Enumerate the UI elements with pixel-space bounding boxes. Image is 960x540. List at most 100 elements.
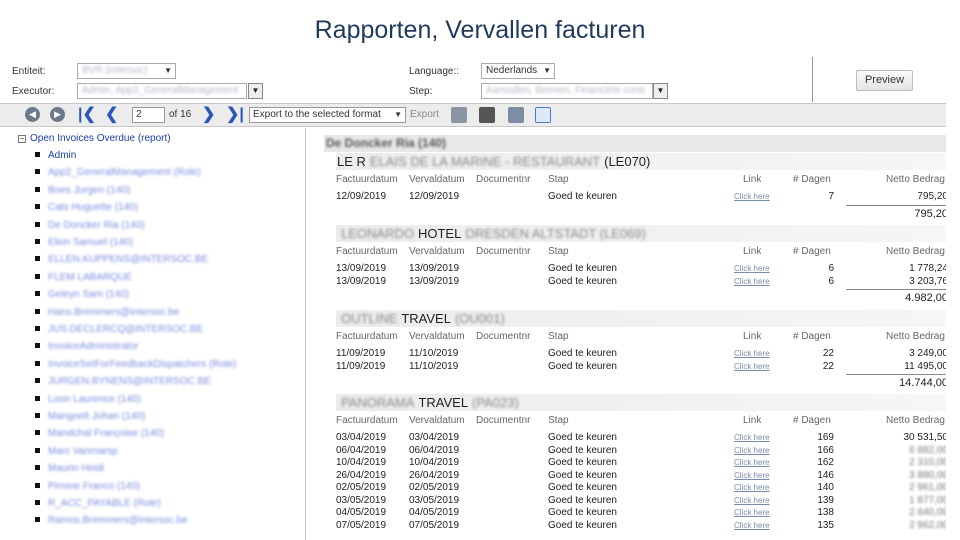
tree-item[interactable]: Elion Samuel (140): [35, 237, 133, 250]
tree-item[interactable]: Geleyn Sam (140): [35, 289, 129, 302]
language-select[interactable]: Nederlands ▼: [481, 63, 555, 79]
click-here-link[interactable]: Click here: [734, 446, 770, 455]
tree-item-label: Marc Vanmarsp: [48, 445, 118, 457]
tree-item[interactable]: Admin: [35, 150, 76, 163]
tree-item-label: Mandchal Françoise (140): [48, 428, 165, 440]
back-icon[interactable]: ◀: [25, 107, 40, 122]
bullet-icon: [35, 378, 40, 384]
step-select[interactable]: Aanvullen, Beeven, Financiële contr: [481, 83, 653, 99]
tree-item[interactable]: De Doncker Ria (140): [35, 220, 145, 233]
click-here-link[interactable]: Click here: [734, 508, 770, 517]
tree-item[interactable]: InvoiceAdministrator: [35, 341, 139, 354]
tree-item[interactable]: Ramos.Bremmers@intersoc.be: [35, 515, 188, 528]
first-page-icon[interactable]: |❮: [78, 107, 96, 123]
col-factuurdatum-header: Factuurdatum: [336, 331, 398, 342]
export-format-select[interactable]: Export to the selected format ▼: [249, 107, 406, 123]
cell-factuurdatum: 26/04/2019: [336, 469, 387, 481]
click-here-link[interactable]: Click here: [734, 362, 770, 371]
next-page-icon[interactable]: ❯: [202, 107, 215, 123]
collapse-icon[interactable]: −: [18, 135, 26, 143]
cell-factuurdatum: 07/05/2019: [336, 519, 387, 531]
entiteit-select[interactable]: BVR (Intersoc) ▼: [77, 63, 176, 79]
col-documentnr-header: Documentnr: [476, 331, 531, 342]
preview-button[interactable]: Preview: [856, 70, 913, 91]
refresh-icon[interactable]: [451, 107, 467, 123]
click-here-link[interactable]: Click here: [734, 521, 770, 530]
tree-item[interactable]: Pirrone Franco (140): [35, 481, 140, 494]
tree-item[interactable]: R_ACC_PAYABLE (Role): [35, 498, 161, 511]
cell-factuurdatum: 06/04/2019: [336, 444, 387, 456]
click-here-link[interactable]: Click here: [734, 433, 770, 442]
tree-item-label: Hans.Bremmers@intersoc.be: [48, 306, 180, 318]
bullet-icon: [35, 517, 40, 523]
cell-vervaldatum: 03/04/2019: [409, 432, 460, 443]
click-here-link[interactable]: Click here: [734, 471, 770, 480]
chevron-down-icon: ▼: [251, 86, 260, 95]
print-preview-icon[interactable]: [508, 107, 524, 123]
cell-vervaldatum: 12/09/2019: [409, 191, 460, 202]
col-stap-header: Stap: [548, 415, 569, 426]
col-factuurdatum-header: Factuurdatum: [336, 174, 398, 185]
tree-item[interactable]: ELLEN.KUPPENS@INTERSOC.BE: [35, 254, 208, 267]
cell-bedrag: 2 310,00: [909, 457, 946, 468]
cell-bedrag: 2 640,00: [909, 507, 946, 518]
col-bedrag-header: Netto Bedrag: [886, 415, 945, 426]
click-here-link[interactable]: Click here: [734, 483, 770, 492]
tree-item[interactable]: InvoiceSetForFeedbackDispatchers (Role): [35, 359, 236, 372]
executor-select[interactable]: Admin, App2_GeneralManagement: [77, 83, 247, 99]
tree-item[interactable]: Hans.Bremmers@intersoc.be: [35, 307, 179, 320]
cell-bedrag: 3 880,00: [909, 469, 946, 481]
previous-page-icon[interactable]: ❮: [105, 107, 118, 123]
cell-factuurdatum: 13/09/2019: [336, 275, 387, 287]
cell-stap: Goed te keuren: [548, 519, 617, 531]
cell-factuurdatum: 12/09/2019: [336, 191, 387, 202]
tree-item[interactable]: App2_GeneralManagement (Role): [35, 167, 201, 180]
cell-vervaldatum: 07/05/2019: [409, 519, 460, 531]
document-map-icon[interactable]: [535, 107, 551, 123]
cell-bedrag: 2 961,00: [909, 482, 946, 493]
customer-total: 14.744,00: [899, 377, 946, 389]
step-dropdown-button[interactable]: ▼: [653, 83, 668, 99]
tree-item[interactable]: Boes Jurgen (140): [35, 185, 130, 198]
tree-item[interactable]: FLEM LABARQUE: [35, 272, 132, 285]
group-header: De Doncker Ria (140): [324, 135, 946, 152]
page-number-input[interactable]: 2: [132, 107, 165, 123]
click-here-link[interactable]: Click here: [734, 192, 770, 201]
click-here-link[interactable]: Click here: [734, 277, 770, 286]
slide-title: Rapporten, Vervallen facturen: [314, 16, 646, 44]
cell-stap: Goed te keuren: [548, 469, 617, 481]
customer-header: PANORAMA TRAVEL (PA023): [336, 394, 946, 411]
customer-total: 4.982,00: [905, 292, 946, 304]
click-here-link[interactable]: Click here: [734, 349, 770, 358]
click-here-link[interactable]: Click here: [734, 458, 770, 467]
tree-item[interactable]: Loon Laurence (140): [35, 394, 141, 407]
executor-dropdown-button[interactable]: ▼: [248, 83, 263, 99]
cell-bedrag: 6 882,00: [909, 444, 946, 456]
tree-item[interactable]: Marc Vanmarsp: [35, 446, 118, 459]
tree-root[interactable]: − Open Invoices Overdue (report): [18, 133, 171, 144]
click-here-link[interactable]: Click here: [734, 264, 770, 273]
cell-vervaldatum: 04/05/2019: [409, 507, 460, 518]
tree-item[interactable]: Mangoelt Johan (140): [35, 411, 145, 424]
cell-dagen: 166: [817, 444, 834, 456]
tree-item[interactable]: JUS.DECLERCQ@INTERSOC.BE: [35, 324, 203, 337]
col-factuurdatum-header: Factuurdatum: [336, 246, 398, 257]
tree-item[interactable]: Mandchal Françoise (140): [35, 428, 164, 441]
cell-bedrag: 30 531,50: [903, 432, 947, 443]
last-page-icon[interactable]: ❯|: [226, 107, 244, 123]
click-here-link[interactable]: Click here: [734, 496, 770, 505]
customer-name-part: PANORAMA: [341, 395, 415, 410]
cell-factuurdatum: 11/09/2019: [336, 360, 386, 372]
chevron-down-icon: ▼: [656, 86, 665, 95]
col-link-header: Link: [743, 415, 762, 426]
export-button[interactable]: Export: [410, 109, 439, 125]
tree-item[interactable]: Cats Huguette (140): [35, 202, 138, 215]
tree-item-label: Geleyn Sam (140): [48, 289, 130, 301]
print-icon[interactable]: [479, 107, 495, 123]
tree-item[interactable]: Maurin Heidi: [35, 463, 104, 476]
cell-bedrag: 1 778,24: [909, 263, 946, 274]
customer-name-part: ELAIS DE LA MARINE - RESTAURANT: [369, 154, 601, 169]
col-link-header: Link: [743, 246, 762, 257]
tree-item[interactable]: JURGEN.BYNENS@INTERSOC.BE: [35, 376, 211, 389]
forward-icon[interactable]: ▶: [50, 107, 65, 122]
